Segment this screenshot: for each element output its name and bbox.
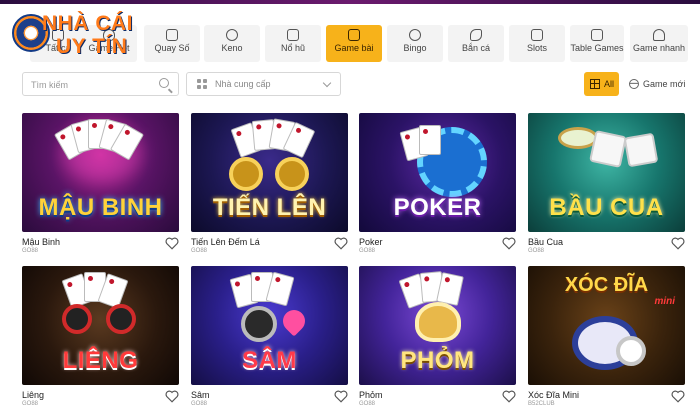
site-logo[interactable]: NHÀ CÁI UY TÍN xyxy=(12,10,144,58)
new-games-filter-label: Game mới xyxy=(643,79,686,89)
tab-label: Slots xyxy=(526,43,547,53)
tab-label: Quay Số xyxy=(154,43,190,53)
game-thumbnail: BẦU CUA xyxy=(528,113,685,232)
game-art-subtitle: mini xyxy=(654,296,675,307)
game-art-title: BẦU CUA xyxy=(549,194,664,221)
grid-icon xyxy=(197,79,208,90)
game-provider: GO88 xyxy=(22,248,39,254)
game-name: Xóc Đĩa Mini xyxy=(528,390,580,400)
tab-label: Game nhanh xyxy=(632,43,686,53)
tab-label: Bingo xyxy=(403,43,427,53)
game-thumbnail: LIÊNG xyxy=(22,266,179,385)
game-card-bau-cua[interactable]: BẦU CUA Bầu Cua GO88 xyxy=(528,113,685,254)
game-provider: GO88 xyxy=(191,248,208,254)
game-art-title: PHỎM xyxy=(400,347,475,374)
game-card-phom[interactable]: PHỎM Phỏm GO88 xyxy=(359,266,516,407)
game-art-title: MẬU BINH xyxy=(38,194,163,221)
game-provider: B52CLUB xyxy=(528,401,555,407)
provider-select-label: Nhà cung cấp xyxy=(215,79,271,89)
game-card-lieng[interactable]: LIÊNG Liêng GO88 xyxy=(22,266,179,407)
tab-slots[interactable]: Slots xyxy=(509,25,565,62)
game-art-title: LIÊNG xyxy=(62,347,139,374)
game-thumbnail: MẬU BINH xyxy=(22,113,179,232)
top-ribbon xyxy=(0,0,700,4)
slot-machine-icon xyxy=(531,29,543,41)
heart-icon[interactable] xyxy=(671,390,685,403)
game-art-title: XÓC ĐĨA xyxy=(564,274,649,296)
tab-label: Nổ hũ xyxy=(280,43,306,53)
game-art-title: SÂM xyxy=(242,347,297,374)
game-thumbnail: XÓC ĐĨA mini xyxy=(528,266,685,385)
game-card-poker[interactable]: POKER Poker GO88 xyxy=(359,113,516,254)
tab-ban-ca[interactable]: Bắn cá xyxy=(448,25,504,62)
game-thumbnail: TIẾN LÊN xyxy=(191,113,348,232)
tab-label: Table Games xyxy=(570,43,624,53)
game-provider: GO88 xyxy=(359,248,376,254)
game-name: Sâm xyxy=(191,390,210,400)
game-name: Mậu Binh xyxy=(22,237,61,247)
search-icon[interactable] xyxy=(159,78,169,88)
tab-label: Keno xyxy=(221,43,243,53)
game-name: Phỏm xyxy=(359,390,383,400)
heart-icon[interactable] xyxy=(502,390,516,403)
slot-seven-icon xyxy=(287,29,299,41)
grid-icon xyxy=(590,79,600,89)
keno-icon xyxy=(226,29,238,41)
tab-game-nhanh[interactable]: Game nhanh xyxy=(630,25,688,62)
game-provider: GO88 xyxy=(359,401,376,407)
fish-icon xyxy=(470,29,482,41)
heart-icon[interactable] xyxy=(334,237,348,250)
tab-table-games[interactable]: Table Games xyxy=(570,25,624,62)
tab-label: Bắn cá xyxy=(461,43,491,53)
new-games-filter-button[interactable]: Game mới xyxy=(625,72,687,96)
game-name: Tiến Lên Đếm Lá xyxy=(191,237,260,247)
heart-icon[interactable] xyxy=(165,390,179,403)
game-card-sam[interactable]: SÂM Sâm GO88 xyxy=(191,266,348,407)
heart-icon[interactable] xyxy=(334,390,348,403)
lottery-icon xyxy=(166,29,178,41)
tab-game-bai[interactable]: Game bài xyxy=(326,25,382,62)
all-filter-button[interactable]: All xyxy=(584,72,619,96)
bingo-icon xyxy=(409,29,421,41)
game-provider: GO88 xyxy=(22,401,39,407)
game-art-title: POKER xyxy=(393,194,482,221)
tab-label: Game bài xyxy=(334,43,374,53)
game-thumbnail: POKER xyxy=(359,113,516,232)
game-card-xoc-dia-mini[interactable]: XÓC ĐĨA mini Xóc Đĩa Mini B52CLUB xyxy=(528,266,685,407)
all-filter-label: All xyxy=(604,79,615,89)
tab-no-hu[interactable]: Nổ hũ xyxy=(265,25,321,62)
tab-keno[interactable]: Keno xyxy=(204,25,260,62)
search-box xyxy=(22,72,179,96)
game-name: Bầu Cua xyxy=(528,237,564,247)
tab-quay-so[interactable]: Quay Số xyxy=(144,25,200,62)
game-provider: GO88 xyxy=(528,248,545,254)
search-input[interactable] xyxy=(31,77,151,92)
game-card-mau-binh[interactable]: MẬU BINH Mậu Binh GO88 xyxy=(22,113,179,254)
rocket-icon xyxy=(653,29,665,41)
logo-line-2: UY TÍN xyxy=(56,35,128,58)
logo-line-1: NHÀ CÁI xyxy=(42,12,133,35)
tab-bingo[interactable]: Bingo xyxy=(387,25,443,62)
chevron-down-icon xyxy=(322,78,332,88)
game-provider: GO88 xyxy=(191,401,208,407)
game-card-tien-len[interactable]: TIẾN LÊN Tiến Lên Đếm Lá GO88 xyxy=(191,113,348,254)
game-thumbnail: SÂM xyxy=(191,266,348,385)
game-art-title: TIẾN LÊN xyxy=(212,194,327,221)
heart-icon[interactable] xyxy=(165,237,179,250)
game-name: Liêng xyxy=(22,390,45,400)
game-name: Poker xyxy=(359,237,383,247)
table-icon xyxy=(591,29,603,41)
provider-select[interactable]: Nhà cung cấp xyxy=(186,72,341,96)
heart-icon[interactable] xyxy=(671,237,685,250)
heart-icon[interactable] xyxy=(502,237,516,250)
cards-icon xyxy=(348,29,360,41)
new-icon xyxy=(629,79,639,89)
game-thumbnail: PHỎM xyxy=(359,266,516,385)
